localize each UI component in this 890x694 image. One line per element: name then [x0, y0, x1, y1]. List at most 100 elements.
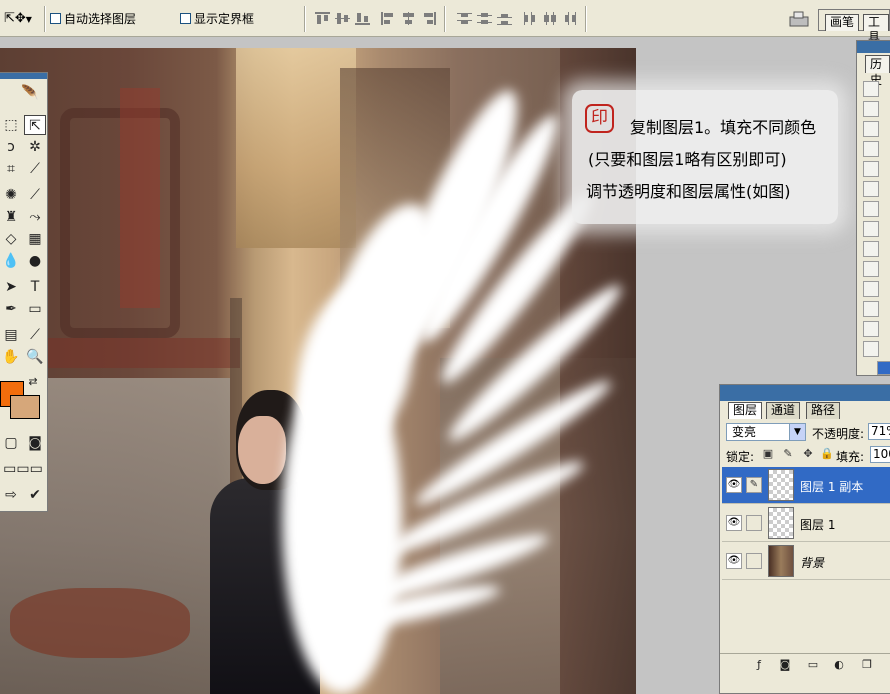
layer-style-icon[interactable]: ƒ: [752, 658, 766, 672]
lock-transparent-icon[interactable]: ▣: [762, 448, 774, 460]
eyedropper-tool-icon[interactable]: ⟋: [24, 325, 46, 345]
blur-tool-icon[interactable]: 💧: [0, 251, 22, 271]
opacity-input[interactable]: 71%: [868, 423, 890, 440]
distribute-left-button[interactable]: [522, 11, 539, 26]
history-state-slot[interactable]: [863, 241, 879, 257]
zoom-tool-icon[interactable]: 🔍: [24, 347, 46, 367]
new-group-icon[interactable]: ▭: [806, 658, 820, 672]
clone-stamp-tool-icon[interactable]: ♜: [0, 207, 22, 227]
history-state-slot[interactable]: [863, 121, 879, 137]
align-top-button[interactable]: [314, 11, 331, 26]
dodge-tool-icon[interactable]: ●: [24, 251, 46, 271]
history-brush-tool-icon[interactable]: ⤳: [24, 207, 46, 227]
eye-icon[interactable]: 👁: [726, 477, 742, 493]
tab-channels[interactable]: 通道: [766, 402, 801, 419]
type-tool-icon[interactable]: T: [24, 277, 46, 297]
jump-to-imageready-icon[interactable]: ⇨: [0, 485, 22, 505]
history-state-slot[interactable]: [863, 161, 879, 177]
add-mask-icon[interactable]: ◙: [778, 658, 792, 672]
lock-label: 锁定:: [726, 450, 755, 464]
align-right-button[interactable]: [420, 11, 437, 26]
path-selection-tool-icon[interactable]: ➤: [0, 277, 22, 297]
distribute-horizontal-center-button[interactable]: [542, 11, 559, 26]
crop-tool-icon[interactable]: ⌗: [0, 159, 22, 179]
link-slot[interactable]: [746, 515, 762, 531]
notes-tool-icon[interactable]: ▤: [0, 325, 22, 345]
distribute-right-button[interactable]: [562, 11, 579, 26]
standard-mode-icon[interactable]: ▢: [0, 433, 22, 453]
adjustment-layer-icon[interactable]: ◐: [832, 658, 846, 672]
align-bottom-button[interactable]: [354, 11, 371, 26]
magic-wand-tool-icon[interactable]: ✲: [24, 137, 46, 157]
shape-tool-icon[interactable]: ▭: [24, 299, 46, 319]
eye-icon[interactable]: 👁: [726, 553, 742, 569]
checkmark-icon[interactable]: ✔: [24, 485, 46, 505]
blend-mode-value: 变亮: [732, 425, 757, 439]
layers-bottom-toolbar: ƒ ◙ ▭ ◐ ❐: [720, 653, 890, 675]
quick-mask-mode-icon[interactable]: ◙: [24, 433, 46, 453]
layer-name: 背景: [800, 556, 825, 570]
fill-input[interactable]: 100%: [870, 446, 890, 463]
healing-brush-tool-icon[interactable]: ✺: [0, 185, 22, 205]
lock-all-icon[interactable]: 🔒: [820, 448, 834, 460]
brush-icon[interactable]: ✎: [746, 477, 762, 493]
align-vertical-center-button[interactable]: [334, 11, 351, 26]
history-state-slot[interactable]: [863, 101, 879, 117]
history-state-slot[interactable]: [863, 81, 879, 97]
history-state-slot[interactable]: [863, 221, 879, 237]
lock-position-icon[interactable]: ✥: [802, 448, 814, 460]
history-state-slot[interactable]: [863, 181, 879, 197]
history-state-slot[interactable]: [863, 301, 879, 317]
auto-select-layer-checkbox[interactable]: 自动选择图层: [50, 11, 136, 27]
callout-line-3: 调节透明度和图层属性(如图): [586, 182, 791, 201]
lock-image-icon[interactable]: ✎: [782, 448, 794, 460]
history-state-slot[interactable]: [863, 321, 879, 337]
move-tool-icon[interactable]: ⇱: [24, 115, 46, 135]
history-state-slot[interactable]: [863, 281, 879, 297]
show-bounding-box-checkbox[interactable]: 显示定界框: [180, 11, 254, 27]
history-current-state[interactable]: [877, 361, 890, 375]
hand-tool-icon[interactable]: ✋: [0, 347, 22, 367]
layers-titlebar[interactable]: [720, 385, 890, 401]
toolbox-titlebar[interactable]: [0, 73, 47, 79]
feather-logo-icon[interactable]: 🪶: [14, 83, 46, 103]
file-browser-button[interactable]: [788, 8, 810, 30]
layer-row[interactable]: 👁 背景: [722, 543, 890, 580]
link-slot[interactable]: [746, 553, 762, 569]
history-state-slot[interactable]: [863, 261, 879, 277]
history-state-slot[interactable]: [863, 141, 879, 157]
dock-tab-brushes[interactable]: 画笔: [825, 14, 860, 31]
history-state-slot[interactable]: [863, 201, 879, 217]
blend-mode-select[interactable]: 变亮 ▼: [726, 423, 806, 441]
eye-icon[interactable]: 👁: [726, 515, 742, 531]
brush-tool-icon[interactable]: ⟋: [24, 185, 46, 205]
layer-thumbnail: [768, 469, 794, 501]
align-left-button[interactable]: [380, 11, 397, 26]
pen-tool-icon[interactable]: ✒: [0, 299, 22, 319]
marquee-tool-icon[interactable]: ⬚: [0, 115, 22, 135]
document-canvas[interactable]: [0, 48, 636, 694]
dock-tab-tools[interactable]: 工具: [863, 14, 889, 44]
layer-name: 图层 1: [800, 518, 836, 532]
history-state-slot[interactable]: [863, 341, 879, 357]
move-tool-icon: ⇱✥: [4, 11, 26, 26]
distribute-top-button[interactable]: [456, 11, 473, 26]
new-layer-icon[interactable]: ❐: [860, 658, 874, 672]
lasso-tool-icon[interactable]: ↄ: [0, 137, 22, 157]
layer-row[interactable]: 👁 ✎ 图层 1 副本: [722, 467, 890, 504]
eraser-tool-icon[interactable]: ◇: [0, 229, 22, 249]
distribute-vertical-center-button[interactable]: [476, 11, 493, 26]
tool-preset-picker[interactable]: ⇱✥▼: [4, 9, 38, 29]
slice-tool-icon[interactable]: ⟋: [24, 159, 46, 179]
tab-paths[interactable]: 路径: [806, 402, 841, 419]
screen-mode-icons[interactable]: ▭▭▭: [0, 459, 46, 479]
tab-layers[interactable]: 图层: [728, 402, 763, 419]
tab-history[interactable]: 历史: [865, 55, 890, 87]
layer-row[interactable]: 👁 图层 1: [722, 505, 890, 542]
background-color-swatch[interactable]: [10, 395, 40, 419]
align-horizontal-center-button[interactable]: [400, 11, 417, 26]
gradient-tool-icon[interactable]: ▦: [24, 229, 46, 249]
history-titlebar[interactable]: [857, 41, 890, 53]
distribute-bottom-button[interactable]: [496, 11, 513, 26]
swap-colors-icon[interactable]: ⇄: [24, 375, 42, 389]
